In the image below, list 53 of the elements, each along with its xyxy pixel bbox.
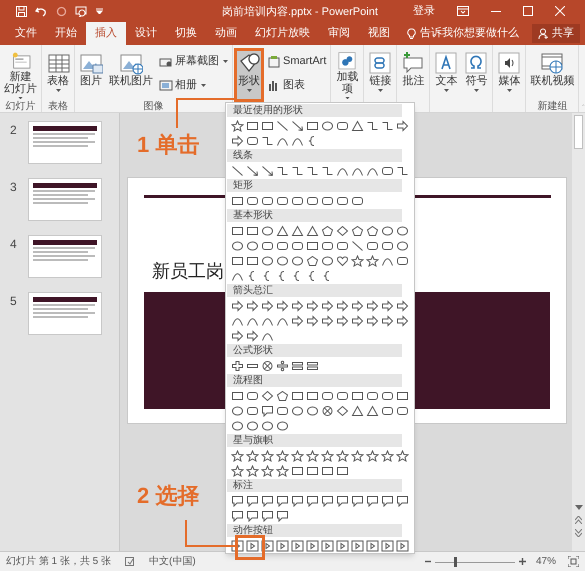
ribbon-button[interactable]: 媒体 [494,48,524,102]
slide-number: 2 [9,122,18,139]
ribbon-tab[interactable]: 插入 [86,22,126,45]
group-label: 幻灯片 [6,101,36,112]
sign-in-link[interactable]: 登录 [413,2,435,20]
ribbon-button[interactable]: 形状 [234,48,264,102]
section-header: 最近使用的形状 [227,104,402,117]
section-header: 箭头总汇 [227,284,402,297]
ribbon-tab[interactable]: 审阅 [319,22,359,45]
ribbon-tab[interactable]: 设计 [126,22,166,45]
section-header: 星与旗帜 [227,434,402,447]
ribbon-button[interactable]: 批注 [398,48,428,102]
section-header: 标注 [227,479,402,492]
ribbon-button[interactable]: 文本 [431,48,462,102]
section-header: 流程图 [227,374,402,387]
slide-number: 4 [9,236,18,253]
ribbon-button[interactable]: 新建 幻灯片 [1,48,40,102]
section-header: 矩形 [227,179,402,192]
ribbon-tab[interactable]: 文件 [6,22,46,45]
group-label: 表格 [48,101,68,112]
share-button[interactable]: 共享 [532,24,580,43]
section-header: 动作按钮 [227,524,402,537]
ribbon-tab[interactable]: 切换 [166,22,206,45]
slide-number: 5 [9,293,18,310]
ribbon-button[interactable]: SmartArt [264,51,330,71]
slide-title: 新员工岗 [152,260,224,282]
tell-me-field[interactable]: 告诉我你想要做什么 [407,22,525,45]
step-annotation: 2 选择 [137,482,200,510]
ribbon-tab[interactable]: 开始 [46,22,86,45]
ribbon-button[interactable]: 相册 [156,75,231,95]
language-indicator[interactable]: 中文(中国) [149,554,196,569]
ribbon-tab[interactable]: 动画 [206,22,246,45]
ribbon-button[interactable]: 符号 [461,48,492,102]
ribbon-button[interactable]: 联机图片 [106,48,156,102]
ribbon-button[interactable]: 图表 [264,75,330,95]
ribbon-button[interactable]: 表格 [43,48,73,102]
section-header: 公式形状 [227,344,402,357]
slide-number: 3 [9,179,18,196]
group-label: 图像 [144,101,164,112]
ribbon-button[interactable]: 联机视频 [527,48,578,102]
ribbon-button[interactable]: 加载 项 [332,48,362,102]
section-header: 基本形状 [227,209,402,222]
ribbon-button[interactable]: 链接 [365,48,396,102]
slide-counter: 幻灯片 第 1 张，共 5 张 [6,554,112,569]
zoom-level[interactable]: 47% [536,554,556,569]
section-header: 线条 [227,149,402,162]
step-annotation: 1 单击 [137,131,200,159]
window-title: 岗前培训内容.pptx - PowerPoint [222,4,378,20]
ribbon-tab[interactable]: 视图 [359,22,399,45]
group-label: 新建组 [537,101,568,112]
ribbon-button[interactable]: 图片 [76,48,106,102]
ribbon-tab[interactable]: 幻灯片放映 [246,22,319,45]
ribbon-button[interactable]: 屏幕截图 [156,51,231,71]
